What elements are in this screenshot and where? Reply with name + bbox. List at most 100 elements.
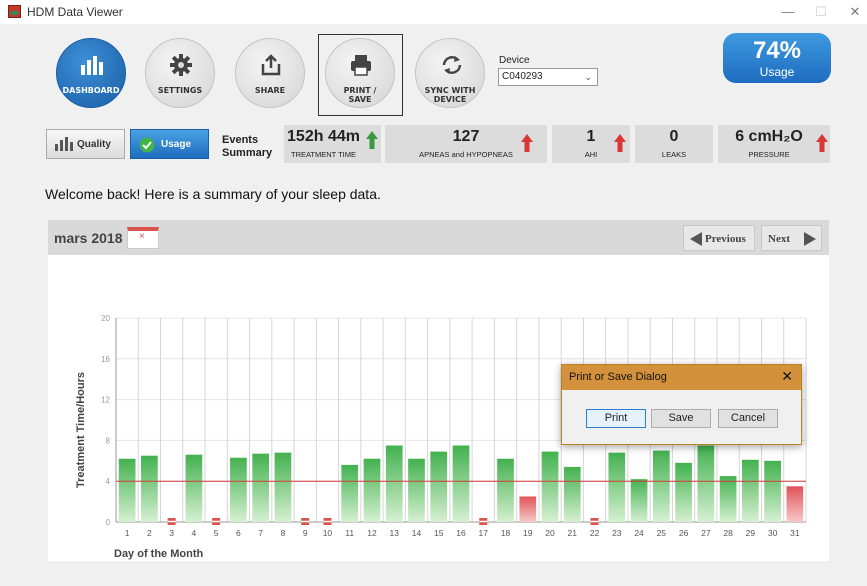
print-button[interactable]: Print <box>586 409 646 428</box>
chevron-down-icon: ⌄ <box>584 72 592 82</box>
welcome-message: Welcome back! Here is a summary of your … <box>45 186 381 202</box>
x-tick-label: 2 <box>147 528 152 538</box>
sync-label-line1: SYNC WITH <box>424 86 476 95</box>
x-tick-label: 8 <box>281 528 286 538</box>
x-tick-label: 22 <box>590 528 600 538</box>
events-line1: Events <box>222 134 259 146</box>
chart-bar <box>764 460 781 522</box>
stat-apneas: 127 APNEAS and HYPOPNEAS <box>385 125 547 163</box>
dashboard-button[interactable]: DASHBOARD <box>56 38 126 108</box>
trend-up-green-icon <box>366 131 378 149</box>
previous-button[interactable]: Previous <box>683 225 755 251</box>
share-icon <box>261 54 281 76</box>
chart-bar <box>563 466 581 522</box>
events-summary-label: Events Summary <box>222 134 272 160</box>
month-label: mars 2018 <box>54 230 123 246</box>
calendar-header: mars 2018 Previous Next <box>48 220 829 255</box>
usage-label: Usage <box>161 139 192 150</box>
cancel-button[interactable]: Cancel <box>718 409 778 428</box>
x-tick-label: 19 <box>523 528 533 538</box>
chart-bar <box>408 458 425 522</box>
calendar-icon[interactable] <box>127 227 159 249</box>
x-tick-label: 17 <box>479 528 489 538</box>
stat-caption: LEAKS <box>661 150 687 159</box>
close-button[interactable]: ✕ <box>845 3 865 21</box>
x-tick-label: 31 <box>790 528 800 538</box>
sync-device-button[interactable]: SYNC WITH DEVICE <box>415 38 485 108</box>
device-label: Device <box>499 55 530 66</box>
next-button[interactable]: Next <box>761 225 822 251</box>
minimize-button[interactable]: — <box>778 3 798 21</box>
x-tick-label: 23 <box>612 528 622 538</box>
x-tick-label: 24 <box>634 528 644 538</box>
chart-bar <box>608 452 626 522</box>
chart-bar <box>697 445 715 522</box>
chart-bar <box>497 458 514 522</box>
stat-value: 0 <box>669 128 679 145</box>
events-line2: Summary <box>222 147 273 159</box>
sync-label: SYNC WITH DEVICE <box>416 86 484 104</box>
print-label-line2: SAVE <box>348 95 372 104</box>
y-tick-label: 0 <box>106 518 111 527</box>
chart-bar <box>118 458 136 522</box>
chart-bar <box>363 458 381 522</box>
chart-bar <box>519 496 537 522</box>
device-select[interactable]: C040293 ⌄ <box>498 68 598 86</box>
x-tick-label: 14 <box>412 528 422 538</box>
x-tick-label: 6 <box>236 528 241 538</box>
stat-treatment-time: 152h 44m TREATMENT TIME <box>284 125 381 163</box>
y-axis-label: Treatment Time/Hours <box>75 372 87 488</box>
usage-toggle[interactable]: Usage <box>130 129 209 159</box>
chart-bar <box>341 464 359 522</box>
window-title: HDM Data Viewer <box>27 5 123 19</box>
device-value: C040293 <box>502 71 543 82</box>
chart-bar <box>652 450 670 522</box>
usage-percent: 74% <box>752 37 802 64</box>
x-tick-label: 21 <box>568 528 578 538</box>
previous-label: Previous <box>705 233 746 245</box>
next-label: Next <box>768 233 790 245</box>
x-tick-label: 27 <box>701 528 711 538</box>
quality-toggle[interactable]: Quality <box>46 129 125 159</box>
chart-bar <box>141 455 158 522</box>
x-tick-label: 28 <box>723 528 733 538</box>
x-tick-label: 11 <box>345 528 354 538</box>
chart-bar <box>719 476 737 522</box>
print-save-button[interactable]: PRINT / SAVE <box>325 38 395 108</box>
x-tick-label: 25 <box>657 528 667 538</box>
x-tick-label: 9 <box>303 528 308 538</box>
x-tick-label: 7 <box>258 528 263 538</box>
x-tick-label: 3 <box>169 528 174 538</box>
trend-up-red-icon <box>521 134 533 152</box>
bar-chart-icon <box>81 56 103 75</box>
save-button[interactable]: Save <box>651 409 711 428</box>
x-tick-label: 15 <box>434 528 444 538</box>
chart-bar <box>274 452 292 522</box>
app-icon <box>8 5 21 18</box>
x-tick-label: 20 <box>545 528 555 538</box>
settings-label: SETTINGS <box>157 86 203 95</box>
maximize-button[interactable]: ☐ <box>811 3 831 21</box>
stat-caption: TREATMENT TIME <box>290 150 356 159</box>
bar-chart-icon <box>55 137 73 151</box>
y-tick-label: 8 <box>106 436 111 445</box>
printer-icon <box>351 55 371 76</box>
chevron-right-icon <box>804 232 816 246</box>
sync-icon <box>442 56 462 74</box>
sync-label-line2: DEVICE <box>433 95 467 104</box>
trend-up-red-icon <box>816 134 828 152</box>
x-tick-label: 29 <box>746 528 756 538</box>
x-tick-label: 1 <box>125 528 130 538</box>
settings-button[interactable]: SETTINGS <box>145 38 215 108</box>
dashboard-label: DASHBOARD <box>62 86 120 95</box>
usage-badge: 74% Usage <box>723 33 831 83</box>
chart-bar <box>452 445 470 522</box>
chart-bar <box>675 462 692 522</box>
y-tick-label: 20 <box>101 314 110 323</box>
dialog-close-icon[interactable]: ✕ <box>781 368 793 385</box>
usage-badge-label: Usage <box>759 65 795 79</box>
share-button[interactable]: SHARE <box>235 38 305 108</box>
x-tick-label: 12 <box>367 528 377 538</box>
x-tick-label: 16 <box>456 528 466 538</box>
check-circle-icon <box>139 137 155 153</box>
